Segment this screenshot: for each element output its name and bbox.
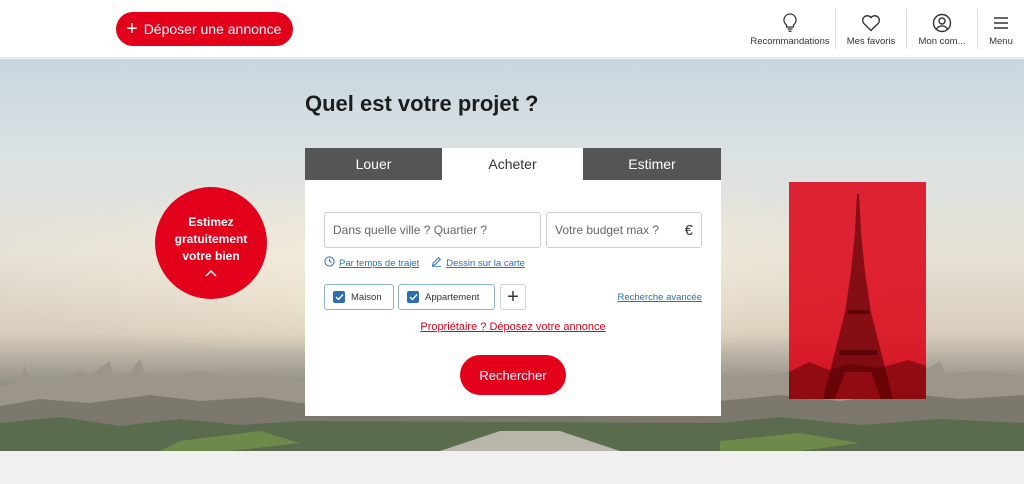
lightbulb-icon [783, 12, 797, 34]
budget-placeholder: Votre budget max ? [555, 223, 660, 237]
euro-icon: € [684, 221, 693, 239]
advanced-search-link[interactable]: Recherche avancée [618, 292, 703, 303]
nav-favorites-label: Mes favoris [846, 35, 896, 47]
draw-map-link[interactable]: Dessin sur la carte [431, 256, 525, 270]
tab-louer[interactable]: Louer [305, 148, 442, 180]
estimate-line-1: Estimez [188, 215, 234, 229]
header-nav: Recommandations Mes favoris Mon com... M… [745, 0, 1024, 58]
clock-icon [324, 256, 335, 270]
nav-recommendations-label: Recommandations [750, 35, 830, 47]
nav-account-label: Mon com... [918, 35, 966, 47]
estimate-line-3: votre bien [182, 249, 240, 263]
city-search-placeholder: Dans quelle ville ? Quartier ? [333, 223, 488, 237]
page-title: Quel est votre projet ? [305, 91, 539, 116]
owner-post-link[interactable]: Propriétaire ? Déposez votre annonce [305, 321, 721, 333]
property-type-appartement[interactable]: Appartement [398, 284, 495, 310]
post-listing-label: Déposer une annonce [143, 21, 282, 37]
city-search-input[interactable]: Dans quelle ville ? Quartier ? [324, 212, 541, 248]
property-type-maison[interactable]: Maison [324, 284, 394, 310]
search-options-links: Par temps de trajet Dessin sur la carte [324, 256, 525, 270]
draw-map-label: Dessin sur la carte [446, 257, 525, 269]
estimate-property-button[interactable]: Estimez gratuitement votre bien [155, 187, 267, 299]
travel-time-label: Par temps de trajet [339, 257, 420, 269]
tab-acheter[interactable]: Acheter [442, 148, 583, 180]
post-listing-button[interactable]: + Déposer une annonce [116, 12, 294, 46]
travel-time-link[interactable]: Par temps de trajet [324, 256, 419, 270]
add-property-type-button[interactable]: + [500, 284, 526, 310]
nav-recommendations[interactable]: Recommandations [745, 0, 835, 58]
estimate-line-2: gratuitement [174, 232, 248, 246]
budget-input[interactable]: Votre budget max ? € [546, 212, 702, 248]
property-type-label: Appartement [425, 291, 480, 303]
nav-menu-label: Menu [989, 35, 1013, 47]
hero-section: Quel est votre projet ? Estimez gratuite… [0, 59, 1024, 451]
site-header: + Déposer une annonce Recommandations Me… [0, 0, 1024, 58]
heart-icon [861, 12, 881, 34]
user-circle-icon [932, 12, 952, 34]
pencil-icon [431, 256, 442, 270]
property-type-label: Maison [351, 291, 382, 303]
search-card: Dans quelle ville ? Quartier ? Votre bud… [305, 180, 721, 416]
nav-menu[interactable]: Menu [978, 0, 1024, 58]
nav-account[interactable]: Mon com... [907, 0, 977, 58]
checkbox-icon[interactable] [407, 291, 419, 303]
chevron-up-icon [155, 266, 267, 283]
hamburger-icon [993, 12, 1009, 34]
search-button[interactable]: Rechercher [460, 355, 566, 395]
nav-favorites[interactable]: Mes favoris [836, 0, 906, 58]
project-tabs: Louer Acheter Estimer [305, 148, 721, 180]
plus-icon: + [126, 18, 138, 40]
eiffel-tower-image [789, 182, 926, 399]
checkbox-icon[interactable] [333, 291, 345, 303]
tab-estimer[interactable]: Estimer [583, 148, 721, 180]
